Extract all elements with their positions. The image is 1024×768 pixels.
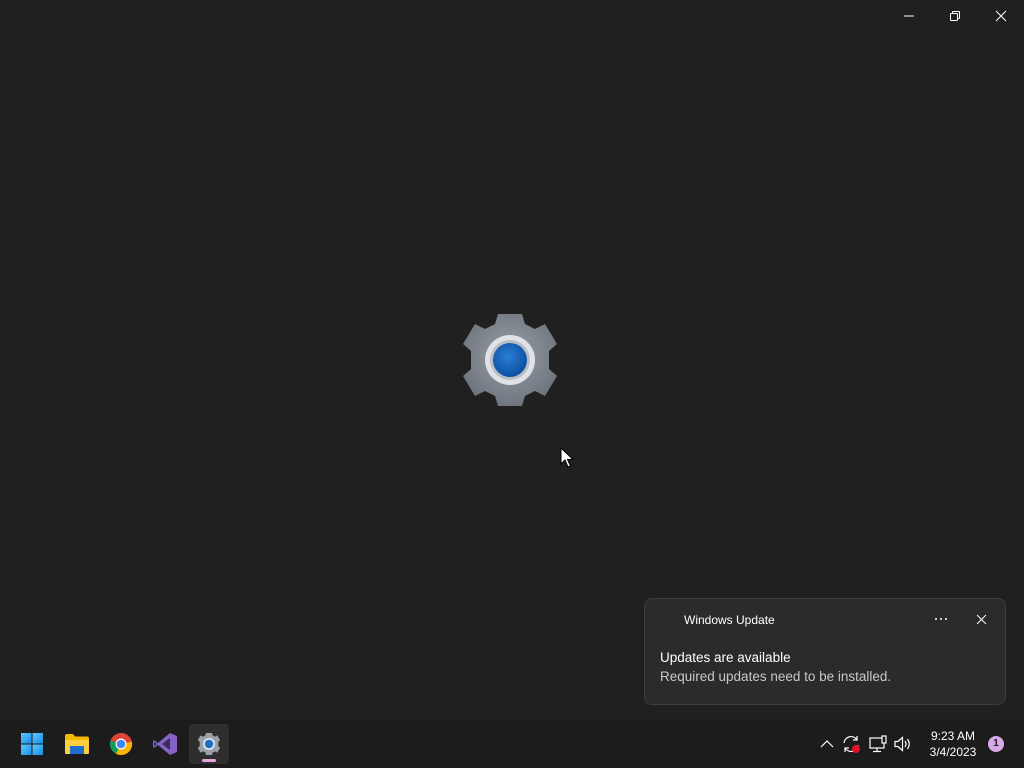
close-icon — [976, 614, 986, 624]
taskbar-chrome[interactable] — [101, 724, 141, 764]
restore-icon — [950, 11, 960, 21]
chevron-up-icon — [820, 740, 834, 748]
windows-start-icon — [21, 733, 43, 755]
folder-icon — [65, 734, 89, 754]
toast-notification[interactable]: Windows Update Updates are available Req… — [644, 598, 1006, 705]
taskbar-clock[interactable]: 9:23 AM 3/4/2023 — [922, 728, 984, 762]
settings-gear-icon — [463, 314, 557, 406]
chrome-icon — [109, 732, 133, 756]
toast-app-name: Windows Update — [684, 613, 775, 627]
tray-network-button[interactable] — [867, 732, 889, 756]
visual-studio-icon — [153, 733, 177, 755]
mouse-cursor-icon — [560, 447, 574, 468]
desktop-screen: Windows Update Updates are available Req… — [0, 0, 1024, 768]
start-button[interactable] — [12, 724, 52, 764]
taskbar-visual-studio[interactable] — [145, 724, 185, 764]
toast-more-button[interactable] — [929, 607, 953, 631]
close-icon — [995, 10, 1007, 22]
notification-badge[interactable]: 1 — [988, 736, 1004, 752]
show-hidden-icons-button[interactable] — [816, 732, 838, 756]
volume-icon — [894, 736, 910, 752]
tray-update-button[interactable] — [840, 732, 862, 756]
clock-time: 9:23 AM — [930, 729, 976, 743]
taskbar-settings[interactable] — [189, 724, 229, 764]
clock-date: 3/4/2023 — [929, 745, 977, 759]
windows-update-icon — [661, 614, 677, 630]
active-app-indicator — [202, 759, 216, 762]
toast-title: Updates are available — [660, 650, 791, 665]
update-sync-icon — [843, 735, 860, 753]
tray-volume-button[interactable] — [892, 732, 914, 756]
network-icon — [869, 735, 887, 753]
minimize-icon — [904, 15, 914, 17]
minimize-button[interactable] — [886, 0, 932, 32]
restore-button[interactable] — [932, 0, 978, 32]
taskbar-file-explorer[interactable] — [57, 724, 97, 764]
taskbar: 9:23 AM 3/4/2023 1 — [0, 720, 1024, 768]
settings-gear-icon — [197, 733, 221, 755]
close-button[interactable] — [978, 0, 1024, 32]
toast-body: Required updates need to be installed. — [660, 669, 892, 684]
more-options-icon — [935, 618, 947, 620]
toast-close-button[interactable] — [969, 607, 993, 631]
